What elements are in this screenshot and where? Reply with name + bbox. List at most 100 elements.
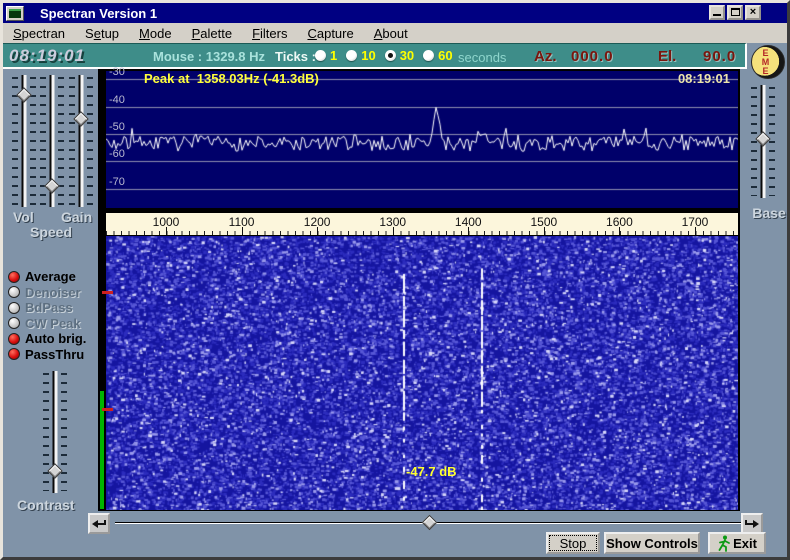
tick-radio-label: 30 <box>400 48 414 63</box>
contrast-label: Contrast <box>17 497 75 513</box>
display-area: Peak at 1358.03Hz (-41.3dB) 08:19:01 -30… <box>98 69 740 511</box>
running-man-icon <box>717 535 730 552</box>
base-label: Base <box>747 205 790 221</box>
toggle-label: Denoiser <box>25 285 81 300</box>
toggle-denoiser[interactable]: Denoiser <box>6 285 98 301</box>
menu-mode[interactable]: Mode <box>129 26 182 41</box>
tick-radio-60[interactable]: 60 <box>423 48 452 63</box>
spectrum-ytick-label: -70 <box>109 176 125 188</box>
contrast-slider[interactable] <box>43 371 67 493</box>
eme-button[interactable]: EME <box>751 45 785 79</box>
freq-tick <box>242 227 243 235</box>
base-slider[interactable] <box>751 85 775 198</box>
toggle-autobrig[interactable]: Auto brig. <box>6 331 98 347</box>
red-marker-lower <box>102 408 113 411</box>
maximize-button[interactable] <box>727 5 743 20</box>
spectrum-clock: 08:19:01 <box>678 71 730 86</box>
waterfall-level-readout: -47.7 dB <box>406 464 457 479</box>
scroll-right-button[interactable] <box>741 513 763 534</box>
scroll-left-button[interactable] <box>88 513 110 534</box>
volume-slider[interactable] <box>12 75 36 207</box>
tick-radio-10[interactable]: 10 <box>346 48 375 63</box>
close-button[interactable]: × <box>745 5 761 20</box>
tick-radio-label: 10 <box>361 48 375 63</box>
speed-slider[interactable] <box>40 75 64 207</box>
led-icon <box>8 271 20 283</box>
menu-setup[interactable]: Setup <box>75 26 129 41</box>
toggle-passthru[interactable]: PassThru <box>6 347 98 363</box>
tick-radio-label: 1 <box>330 48 337 63</box>
menu-capture[interactable]: Capture <box>297 26 363 41</box>
tick-radio-1[interactable]: 1 <box>315 48 337 63</box>
led-icon <box>8 333 20 345</box>
frequency-axis: 10001100120013001400150016001700 <box>106 213 738 235</box>
spectrum-ytick-label: -60 <box>109 148 125 160</box>
led-icon <box>8 317 20 329</box>
eme-letters: EME <box>758 49 773 76</box>
led-icon <box>8 348 20 360</box>
led-icon <box>8 286 20 298</box>
gain-label: Gain <box>61 209 92 225</box>
spectrum-ytick-label: -50 <box>109 121 125 133</box>
clock-display: 08:19:01 <box>9 46 85 66</box>
menu-palette[interactable]: Palette <box>182 26 242 41</box>
spectrum-ytick-label: -40 <box>109 94 125 106</box>
toggle-group: AverageDenoiserBdPassCW PeakAuto brig.Pa… <box>6 269 98 362</box>
freq-tick <box>695 227 696 235</box>
status-bar: 08:19:01 Mouse : 1329.8 Hz Ticks : 1 10 30… <box>3 43 747 69</box>
freq-tick <box>619 227 620 235</box>
spectran-window: Spectran Version 1 × SpectranSetupModePa… <box>0 0 790 560</box>
menu-spectran[interactable]: Spectran <box>3 26 75 41</box>
led-icon <box>8 302 20 314</box>
mouse-frequency-readout: Mouse : 1329.8 Hz <box>153 49 265 64</box>
minor-ticks <box>106 231 738 235</box>
menu-filters[interactable]: Filters <box>242 26 297 41</box>
waterfall-display: -47.7 dB <box>106 236 738 510</box>
toggle-label: BdPass <box>25 300 73 315</box>
ticks-radio-group: 1 10 30 60 <box>315 48 453 63</box>
title-bar: Spectran Version 1 × <box>3 3 787 23</box>
gain-slider[interactable] <box>69 75 93 207</box>
toggle-label: Auto brig. <box>25 331 86 346</box>
scroll-thumb[interactable] <box>422 515 438 531</box>
spectrum-ytick-label: -30 <box>109 66 125 78</box>
freq-tick <box>468 227 469 235</box>
peak-readout: Peak at 1358.03Hz (-41.3dB) <box>144 71 319 86</box>
freq-tick <box>166 227 167 235</box>
radio-circle <box>423 50 434 61</box>
exit-button[interactable]: Exit <box>708 532 766 554</box>
azimuth-label: Az. <box>534 48 557 65</box>
toggle-bdpass[interactable]: BdPass <box>6 300 98 316</box>
toggle-label: Average <box>25 269 76 284</box>
tick-radio-30[interactable]: 30 <box>385 48 414 63</box>
speed-label: Speed <box>30 224 72 240</box>
freq-tick <box>317 227 318 235</box>
radio-circle <box>315 50 326 61</box>
menu-bar: SpectranSetupModePaletteFiltersCaptureAb… <box>3 23 787 43</box>
app-icon <box>6 6 24 21</box>
red-marker-upper <box>102 291 113 294</box>
toggle-label: PassThru <box>25 347 84 362</box>
azimuth-value: 000.0 <box>571 48 614 65</box>
spectrum-canvas[interactable] <box>106 71 738 208</box>
toggle-cwpeak[interactable]: CW Peak <box>6 316 98 332</box>
freq-tick <box>544 227 545 235</box>
window-title: Spectran Version 1 <box>40 6 157 21</box>
arrow-right-icon <box>744 518 760 530</box>
arrow-left-icon <box>91 518 107 530</box>
stop-button[interactable]: Stop <box>546 532 600 554</box>
minimize-button[interactable] <box>709 5 725 20</box>
radio-circle <box>385 50 396 61</box>
show-controls-button[interactable]: Show Controls <box>604 532 700 554</box>
ticks-label: Ticks : <box>275 49 316 64</box>
radio-circle <box>346 50 357 61</box>
menu-about[interactable]: About <box>364 26 418 41</box>
toggle-label: CW Peak <box>25 316 81 331</box>
elevation-label: El. <box>658 48 676 65</box>
spectrum-plot: Peak at 1358.03Hz (-41.3dB) 08:19:01 -30… <box>106 71 738 208</box>
seconds-label: seconds <box>458 50 506 65</box>
tick-radio-label: 60 <box>438 48 452 63</box>
freq-tick <box>393 227 394 235</box>
volume-label: Vol <box>13 209 34 225</box>
toggle-average[interactable]: Average <box>6 269 98 285</box>
